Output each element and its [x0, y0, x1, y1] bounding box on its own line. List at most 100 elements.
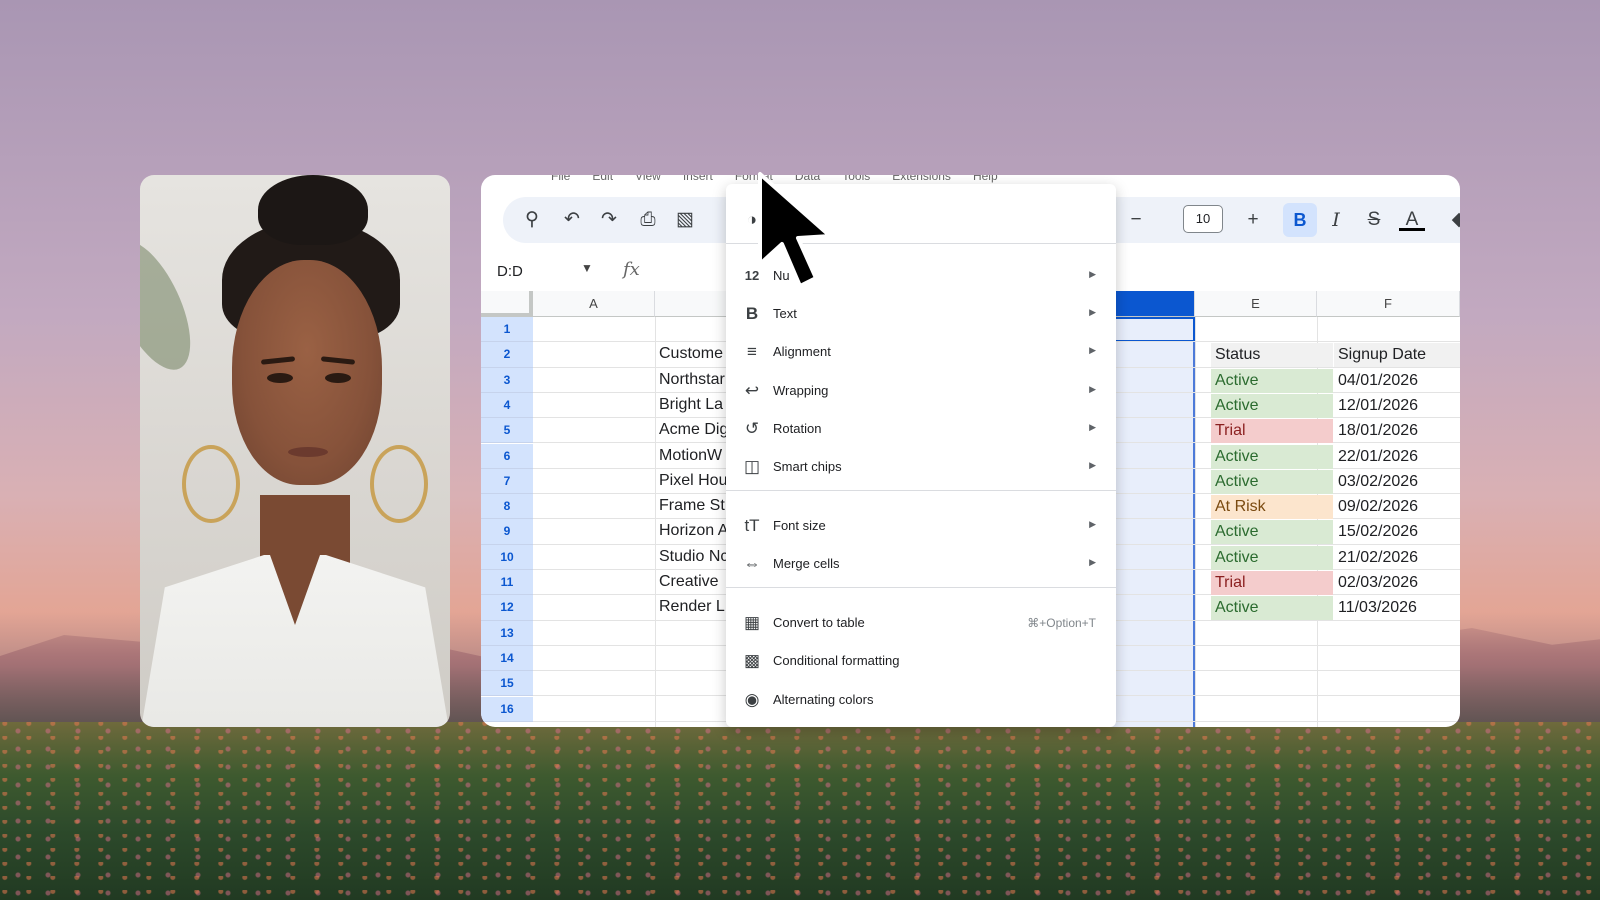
status-badge[interactable]: Active — [1211, 368, 1333, 393]
menu-item-label: Rotation — [773, 421, 822, 436]
status-badge[interactable]: Trial — [1211, 419, 1333, 444]
decrease-font-size-icon[interactable]: − — [1123, 207, 1149, 233]
column-header[interactable]: F — [1317, 291, 1460, 317]
customer-cell[interactable]: Pixel Hou — [659, 472, 729, 490]
status-badge[interactable]: Active — [1211, 520, 1333, 545]
status-badge[interactable]: Active — [1211, 596, 1333, 621]
signup-date-cell[interactable]: 02/03/2026 — [1334, 571, 1418, 595]
customer-cell[interactable]: MotionW — [659, 447, 729, 465]
menu-help[interactable]: Help — [973, 175, 998, 183]
row-header[interactable]: 8 — [481, 494, 533, 520]
submenu-arrow-icon: ▶ — [1089, 460, 1096, 470]
signup-date-cell[interactable]: 09/02/2026 — [1334, 495, 1418, 519]
menu-item-merge-cells[interactable]: ⇔ Merge cells ▶ — [726, 546, 1116, 582]
menu-item-font-size[interactable]: tT Font size ▶ — [726, 508, 1116, 544]
signup-date-cell[interactable]: 11/03/2026 — [1334, 596, 1417, 620]
text-color-icon[interactable]: A — [1399, 207, 1425, 231]
customer-cell[interactable]: Render L — [659, 598, 729, 616]
customer-cell[interactable]: Custome — [659, 345, 729, 363]
row-header[interactable]: 6 — [481, 443, 533, 469]
status-badge[interactable]: Trial — [1211, 571, 1333, 595]
menu-item-wrapping[interactable]: ↩ Wrapping ▶ — [726, 373, 1116, 409]
row-header[interactable]: 12 — [481, 595, 533, 621]
menu-item-label: Font size — [773, 518, 826, 533]
row-header[interactable]: 13 — [481, 620, 533, 646]
select-all-corner[interactable] — [481, 291, 533, 317]
submenu-arrow-icon: ▶ — [1089, 557, 1096, 567]
status-badge[interactable]: At Risk — [1211, 495, 1333, 520]
strikethrough-icon[interactable]: S — [1361, 207, 1387, 233]
row-header[interactable]: 2 — [481, 342, 533, 368]
undo-icon[interactable]: ↶ — [559, 207, 585, 233]
fill-color-icon[interactable]: ◆ — [1446, 207, 1460, 233]
column-header[interactable]: E — [1195, 291, 1317, 317]
column-header[interactable]: A — [533, 291, 655, 317]
status-badge[interactable]: Active — [1211, 444, 1333, 469]
menu-item-alignment[interactable]: ≡ Alignment ▶ — [726, 334, 1116, 370]
customer-cell[interactable]: Bright La — [659, 396, 729, 414]
row-header[interactable]: 7 — [481, 468, 533, 495]
signup-date-cell[interactable]: 12/01/2026 — [1334, 394, 1418, 418]
redo-icon[interactable]: ↷ — [596, 207, 622, 233]
menu-tools[interactable]: Tools — [842, 175, 870, 183]
row-header[interactable]: 10 — [481, 544, 533, 570]
status-badge[interactable]: Active — [1211, 393, 1333, 418]
signup-date-cell[interactable]: 22/01/2026 — [1334, 445, 1418, 469]
menu-view[interactable]: View — [635, 175, 661, 183]
italic-icon[interactable]: I — [1323, 207, 1349, 233]
signup-date-cell[interactable]: 04/01/2026 — [1334, 369, 1418, 393]
customer-cell[interactable]: Northstar — [659, 371, 729, 389]
status-header-cell[interactable]: Status — [1211, 343, 1333, 368]
signup-date-cell[interactable]: 15/02/2026 — [1334, 520, 1418, 544]
menu-extensions[interactable]: Extensions — [892, 175, 951, 183]
row-header[interactable]: 3 — [481, 367, 533, 393]
menu-edit[interactable]: Edit — [592, 175, 613, 183]
print-icon[interactable]: ⎙ — [635, 207, 661, 233]
presenter-mouth — [288, 447, 328, 457]
row-header[interactable]: 5 — [481, 418, 533, 444]
row-header[interactable]: 11 — [481, 570, 533, 596]
row-header[interactable]: 9 — [481, 519, 533, 545]
menu-file[interactable]: File — [551, 175, 570, 183]
status-badge[interactable]: Active — [1211, 545, 1333, 570]
font-size-input[interactable]: 10 — [1183, 205, 1223, 233]
customer-cell[interactable]: Frame St — [659, 497, 729, 515]
customer-cell[interactable]: Creative — [659, 573, 729, 591]
droplet-icon: ◉ — [744, 690, 760, 709]
menu-item-alternating-colors[interactable]: ◉ Alternating colors — [726, 682, 1116, 718]
rotate-icon: ↺ — [744, 419, 760, 438]
signup-date-cell[interactable]: 18/01/2026 — [1334, 419, 1418, 443]
merge-icon: ⇔ — [743, 554, 761, 573]
chevron-down-icon[interactable]: ▼ — [581, 261, 593, 275]
mouse-cursor-icon — [758, 172, 832, 288]
increase-font-size-icon[interactable]: + — [1240, 207, 1266, 233]
menu-item-text[interactable]: B Text ▶ — [726, 296, 1116, 332]
row-header[interactable]: 15 — [481, 671, 533, 697]
signup-date-cell[interactable]: 03/02/2026 — [1334, 470, 1418, 494]
search-icon[interactable]: ⚲ — [519, 207, 545, 233]
signup-date-cell[interactable]: 21/02/2026 — [1334, 546, 1418, 570]
customer-cell[interactable]: Acme Dig — [659, 421, 729, 439]
customer-cell[interactable]: Horizon A — [659, 522, 729, 540]
chip-icon: ◫ — [743, 457, 761, 476]
row-header[interactable]: 14 — [481, 645, 533, 672]
name-box[interactable]: D:D — [497, 263, 523, 280]
row-header[interactable]: 1 — [481, 317, 533, 343]
menu-insert[interactable]: Insert — [683, 175, 713, 183]
signup-header-cell[interactable]: Signup Date — [1334, 343, 1460, 368]
column-header[interactable] — [1109, 291, 1195, 317]
status-badge[interactable]: Active — [1211, 469, 1333, 494]
menu-separator — [726, 587, 1116, 588]
plant-leaf — [140, 228, 207, 382]
menu-item-convert-to-table[interactable]: ▦ Convert to table ⌘+Option+T — [726, 605, 1116, 641]
bold-button[interactable]: B — [1283, 203, 1317, 237]
paint-format-icon[interactable]: ▧ — [672, 207, 698, 233]
menu-item-conditional-formatting[interactable]: ▩ Conditional formatting — [726, 643, 1116, 679]
menu-item-label: Text — [773, 306, 797, 321]
column-header[interactable] — [655, 291, 731, 317]
row-header[interactable]: 4 — [481, 392, 533, 419]
menu-item-rotation[interactable]: ↺ Rotation ▶ — [726, 411, 1116, 447]
menu-item-smart-chips[interactable]: ◫ Smart chips ▶ — [726, 449, 1116, 485]
customer-cell[interactable]: Studio Nc — [659, 548, 729, 566]
row-header[interactable]: 16 — [481, 696, 533, 722]
